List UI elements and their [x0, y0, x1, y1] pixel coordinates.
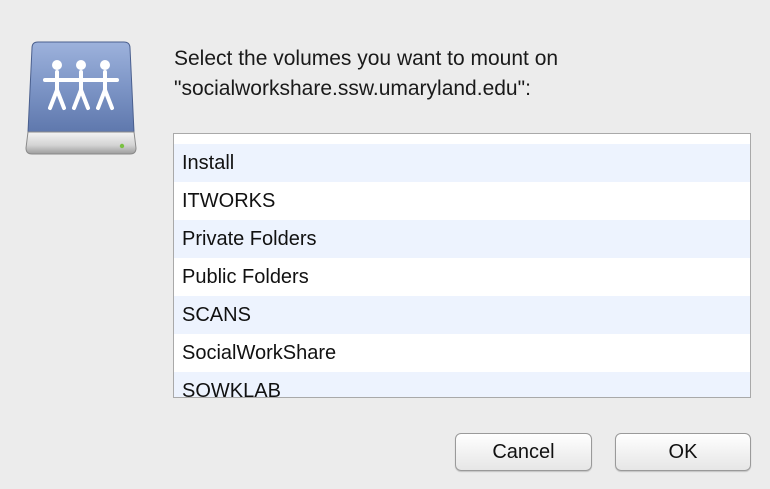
volume-list-item[interactable]: SCANS — [174, 296, 750, 334]
volume-list-item[interactable]: ITWORKS — [174, 182, 750, 220]
prompt-line-1: Select the volumes you want to mount on — [174, 47, 559, 70]
cancel-button[interactable]: Cancel — [455, 433, 592, 471]
dialog-prompt: Select the volumes you want to mount on … — [174, 44, 734, 104]
volume-list-item[interactable]: Private Folders — [174, 220, 750, 258]
ok-button[interactable]: OK — [615, 433, 751, 471]
volume-list-item[interactable]: SocialWorkShare — [174, 334, 750, 372]
volume-list-item[interactable]: Public Folders — [174, 258, 750, 296]
volume-list[interactable]: Install ITWORKS Private Folders Public Fold… — [173, 133, 751, 398]
prompt-line-2: "socialworkshare.ssw.umaryland.edu": — [174, 77, 531, 100]
volume-items: Install ITWORKS Private Folders Public Fold… — [174, 144, 750, 397]
network-drive-icon — [25, 41, 137, 155]
volume-list-item[interactable]: SOWKLAB — [174, 372, 750, 397]
volume-list-item[interactable]: Install — [174, 144, 750, 182]
mount-volumes-dialog: Select the volumes you want to mount on … — [0, 0, 770, 489]
